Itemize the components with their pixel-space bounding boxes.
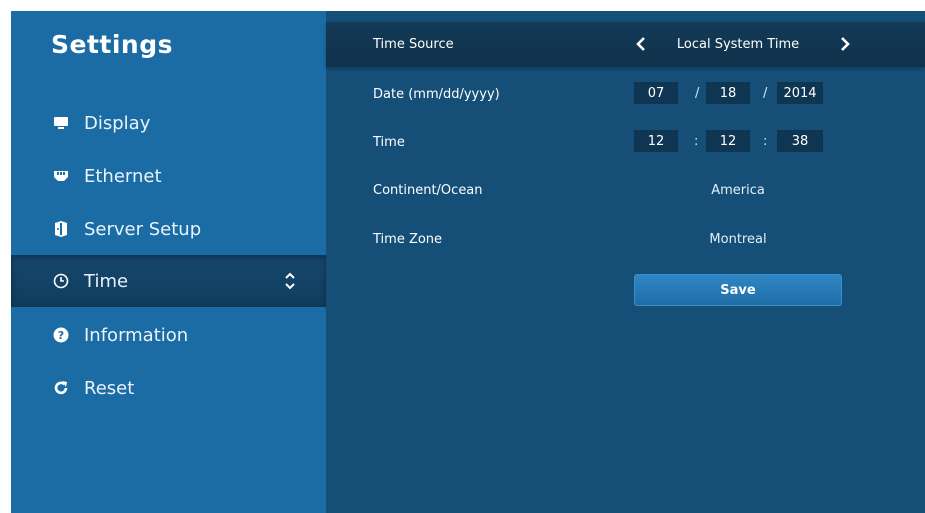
help-icon: ?: [53, 327, 69, 343]
time-separator: :: [763, 134, 768, 149]
time-hours-input[interactable]: [634, 130, 678, 152]
time-source-row: Time Source Local System Time: [326, 22, 925, 67]
sidebar-item-display[interactable]: Display: [11, 97, 326, 149]
sidebar-item-label: Ethernet: [84, 165, 162, 187]
sidebar-item-label: Display: [84, 112, 151, 134]
timezone-label: Time Zone: [373, 232, 443, 247]
time-source-value: Local System Time: [676, 37, 800, 52]
sidebar-item-label: Information: [84, 324, 189, 346]
chevron-right-icon[interactable]: [838, 36, 852, 52]
sidebar-item-label: Server Setup: [84, 218, 202, 240]
date-separator: /: [695, 86, 700, 101]
time-source-label: Time Source: [373, 37, 454, 52]
sidebar-item-label: Reset: [84, 377, 135, 399]
time-separator: :: [694, 134, 699, 149]
continent-label: Continent/Ocean: [373, 183, 483, 198]
clock-icon: [53, 273, 69, 289]
time-label: Time: [373, 135, 405, 150]
continent-value[interactable]: America: [634, 183, 842, 198]
sidebar: Settings Display Ethernet Server Setup T…: [11, 11, 326, 513]
sidebar-item-server-setup[interactable]: Server Setup: [11, 203, 326, 255]
date-day-input[interactable]: [706, 82, 750, 104]
monitor-icon: [53, 115, 69, 131]
date-year-input[interactable]: [777, 82, 823, 104]
sidebar-item-label: Time: [84, 270, 129, 292]
time-seconds-input[interactable]: [777, 130, 823, 152]
settings-window: Settings Display Ethernet Server Setup T…: [11, 11, 925, 513]
date-label: Date (mm/dd/yyyy): [373, 87, 500, 102]
sidebar-title: Settings: [51, 30, 174, 59]
sidebar-item-ethernet[interactable]: Ethernet: [11, 150, 326, 202]
sidebar-item-reset[interactable]: Reset: [11, 362, 326, 414]
ethernet-icon: [53, 168, 69, 184]
date-separator: /: [763, 86, 768, 101]
time-minutes-input[interactable]: [706, 130, 750, 152]
time-settings-panel: Time Source Local System Time Date (mm/d…: [326, 11, 925, 513]
sidebar-item-information[interactable]: ? Information: [11, 309, 326, 361]
server-icon: [53, 221, 69, 237]
svg-text:?: ?: [58, 329, 64, 342]
chevron-up-down-icon: [283, 271, 297, 291]
date-month-input[interactable]: [634, 82, 678, 104]
refresh-icon: [53, 380, 69, 396]
save-button[interactable]: Save: [634, 274, 842, 306]
timezone-value[interactable]: Montreal: [634, 232, 842, 247]
sidebar-item-time[interactable]: Time: [11, 255, 326, 307]
